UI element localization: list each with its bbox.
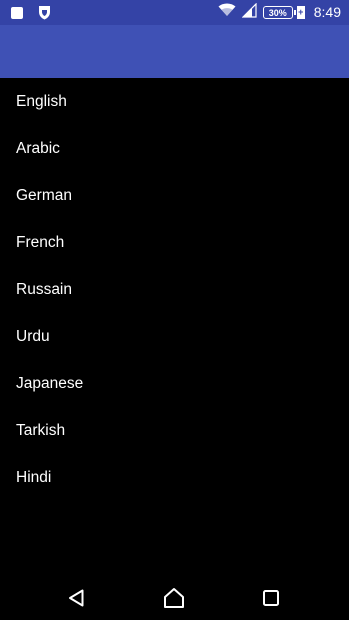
list-item-arabic[interactable]: Arabic xyxy=(0,125,349,172)
recents-icon xyxy=(263,590,279,606)
list-item-french[interactable]: French xyxy=(0,219,349,266)
wifi-icon xyxy=(218,3,236,22)
back-button[interactable] xyxy=(64,585,90,611)
recents-button[interactable] xyxy=(258,585,284,611)
list-item-english[interactable]: English xyxy=(0,78,349,125)
home-icon xyxy=(164,588,184,608)
battery-charging-icon: 30% xyxy=(262,6,296,19)
charging-plus-icon: + xyxy=(296,6,305,19)
navigation-bar xyxy=(0,576,349,620)
notification-square-icon xyxy=(10,6,24,25)
cellular-signal-icon xyxy=(241,2,257,23)
shield-icon xyxy=(38,5,51,25)
status-time: 8:49 xyxy=(313,4,341,20)
language-list: English Arabic German French Russain Urd… xyxy=(0,78,349,501)
battery-percent-label: 30% xyxy=(268,7,287,18)
status-bar: 30% + 8:49 xyxy=(0,0,349,25)
list-item-russain[interactable]: Russain xyxy=(0,266,349,313)
list-item-german[interactable]: German xyxy=(0,172,349,219)
back-icon xyxy=(69,589,84,607)
list-item-urdu[interactable]: Urdu xyxy=(0,313,349,360)
status-notifications xyxy=(10,5,51,25)
list-item-hindi[interactable]: Hindi xyxy=(0,454,349,501)
status-system-icons: 30% + 8:49 xyxy=(218,2,341,23)
app-bar xyxy=(0,25,349,78)
list-item-tarkish[interactable]: Tarkish xyxy=(0,407,349,454)
home-button[interactable] xyxy=(161,585,187,611)
list-item-japanese[interactable]: Japanese xyxy=(0,360,349,407)
battery-tip xyxy=(293,10,296,15)
